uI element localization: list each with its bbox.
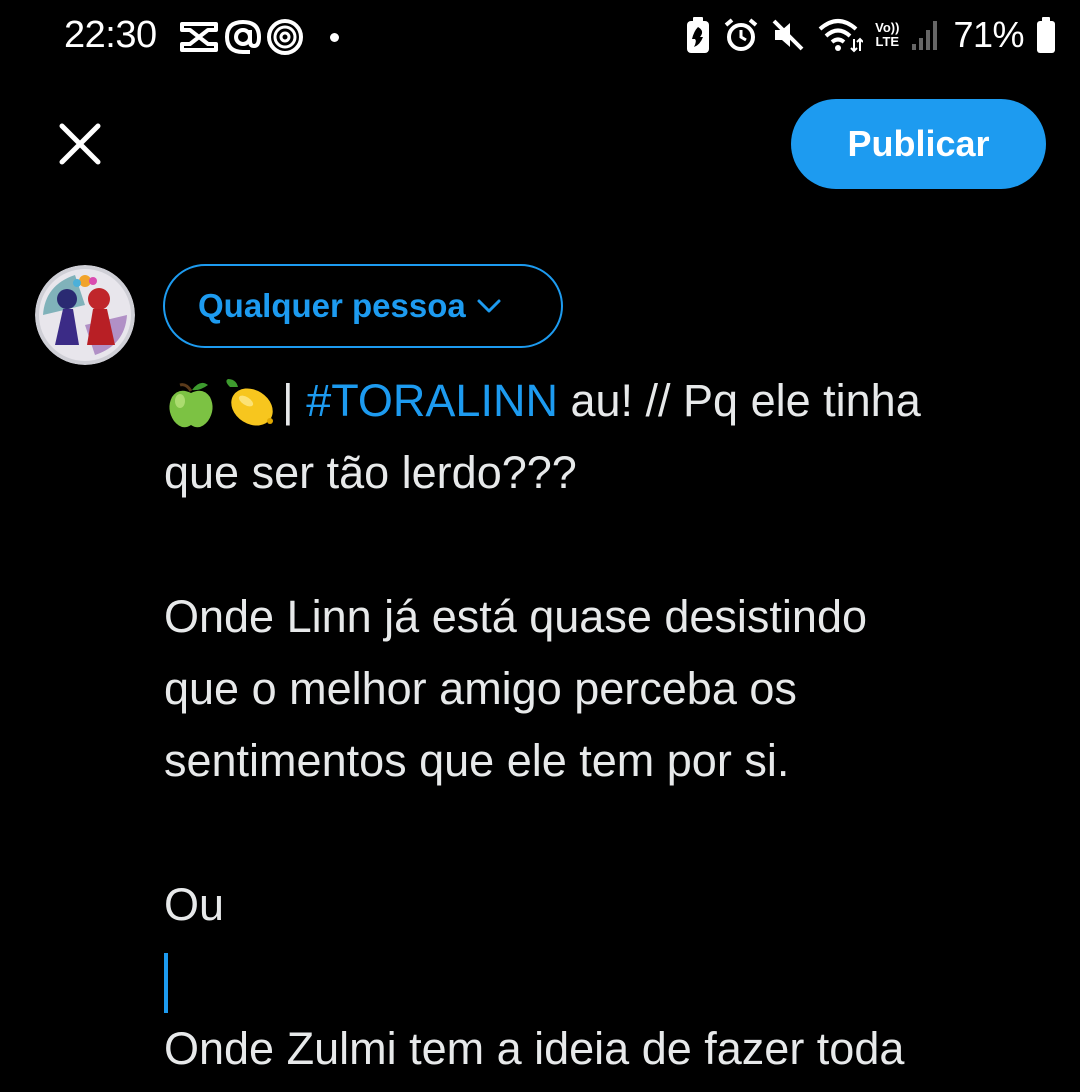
battery-percent: 71% — [953, 14, 1024, 55]
close-button[interactable] — [48, 112, 112, 176]
post-line-5: que o melhor amigo perceba os — [164, 663, 797, 714]
caret-line — [164, 941, 1044, 1013]
close-icon — [59, 123, 101, 165]
text-caret — [164, 953, 168, 1013]
signal-icon — [912, 21, 938, 50]
audience-label: Qualquer pessoa — [198, 287, 466, 324]
post-text-editor[interactable]: | #TORALINN au! // Pq ele tinha que ser … — [164, 365, 1044, 1085]
chevron-down-icon — [477, 299, 501, 313]
alarm-icon — [724, 18, 758, 51]
publish-button[interactable]: Publicar — [791, 99, 1046, 189]
battery-saver-icon — [687, 17, 710, 53]
post-line-1-text: au! // Pq ele tinha — [557, 375, 921, 426]
post-line-10: Onde Zulmi tem a ideia de fazer toda — [164, 1023, 905, 1074]
green-apple-emoji-icon — [169, 382, 213, 428]
status-left-icons — [178, 18, 339, 56]
status-right-icons: Vo)) LTE 71% — [685, 14, 1056, 56]
hashtag-link[interactable]: #TORALINN — [306, 375, 558, 426]
mute-icon — [772, 19, 804, 51]
post-line-8: Ou — [164, 879, 225, 930]
post-line-1: | #TORALINN au! // Pq ele tinha — [164, 365, 1044, 437]
notification-dot — [330, 32, 339, 42]
post-line-6: sentimentos que ele tem por si. — [164, 735, 790, 786]
status-time: 22:30 — [64, 14, 157, 56]
volte-lte-icon: Vo)) LTE — [875, 20, 900, 49]
battery-icon — [1037, 17, 1055, 53]
post-line-4: Onde Linn já está quase desistindo — [164, 591, 867, 642]
capcut-icon — [180, 22, 218, 52]
threads-icon — [267, 19, 303, 55]
audience-selector[interactable]: Qualquer pessoa — [163, 264, 563, 348]
lemon-emoji-icon — [226, 379, 273, 426]
at-sign-icon — [224, 19, 262, 54]
profile-avatar[interactable] — [35, 265, 135, 365]
post-line-2: que ser tão lerdo??? — [164, 447, 577, 498]
post-separator: | — [282, 375, 294, 426]
status-bar: 22:30 Vo)) LTE 71% — [0, 0, 1080, 80]
wifi-icon — [818, 19, 864, 53]
